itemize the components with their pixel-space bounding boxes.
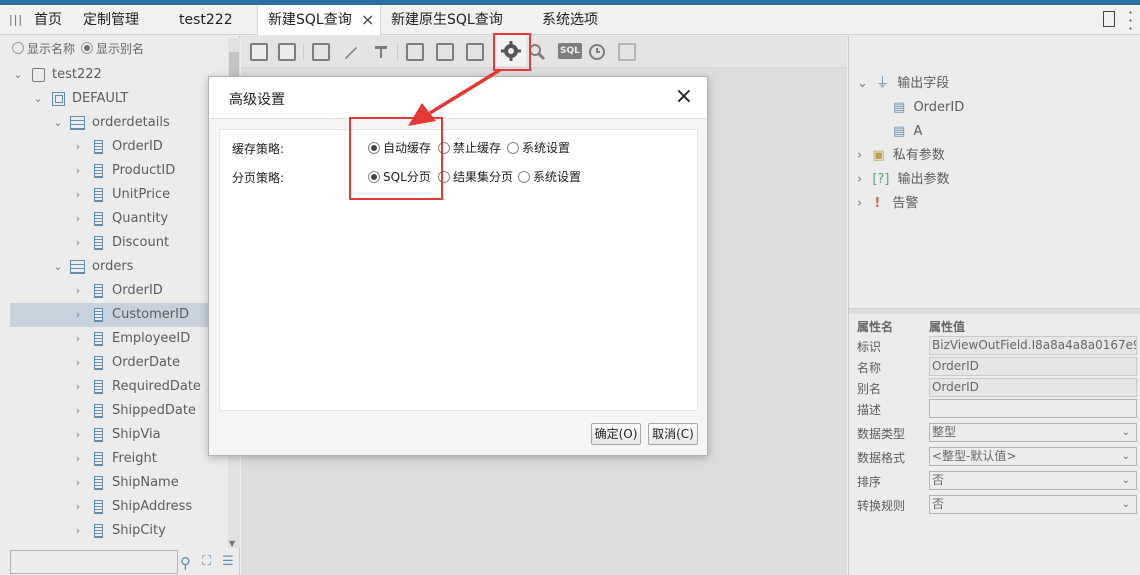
annotation-arrow (408, 68, 501, 126)
arrow-shaft (429, 68, 501, 115)
arrow-head (408, 103, 436, 126)
